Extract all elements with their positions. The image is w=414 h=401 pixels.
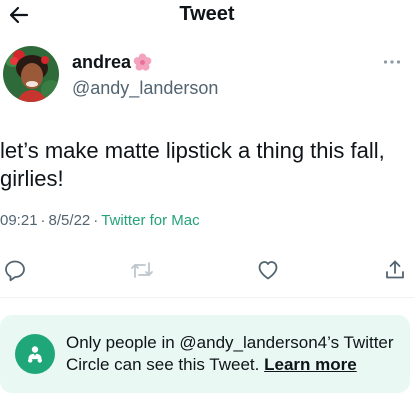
like-icon — [258, 261, 278, 280]
display-name-text: andrea — [72, 52, 132, 72]
tweet-author: andrea @andy_landerson — [0, 44, 414, 110]
divider — [0, 297, 414, 298]
meta-separator: · — [40, 212, 46, 229]
share-icon — [386, 260, 404, 279]
twitter-circle-icon — [28, 346, 42, 363]
like-button[interactable] — [254, 256, 282, 284]
more-button[interactable] — [383, 52, 401, 68]
display-name[interactable]: andrea — [72, 52, 152, 73]
cherry-blossom-icon — [133, 53, 152, 71]
retweet-button[interactable] — [128, 256, 156, 284]
tweet-time[interactable]: 09:21 — [0, 212, 38, 229]
reply-icon — [5, 260, 25, 282]
page-title: Tweet — [179, 3, 235, 25]
tweet-text: let’s make matte lipstick a thing this f… — [0, 138, 385, 191]
circle-notice-text: Only people in @andy_landerson4’s Twitte… — [66, 332, 406, 376]
tweet-actions — [0, 256, 414, 286]
author-handle[interactable]: @andy_landerson — [72, 78, 218, 99]
twitter-circle-icon-badge — [15, 334, 55, 374]
meta-separator: · — [93, 212, 99, 229]
twitter-circle-notice: Only people in @andy_landerson4’s Twitte… — [0, 315, 410, 393]
tweet-meta: 09:21 · 8/5/22 · Twitter for Mac — [0, 212, 200, 229]
reply-button[interactable] — [1, 256, 29, 284]
avatar-image — [3, 46, 59, 102]
retweet-icon — [131, 262, 153, 278]
learn-more-link[interactable]: Learn more — [264, 355, 357, 374]
avatar[interactable] — [3, 46, 59, 102]
tweet-date[interactable]: 8/5/22 — [49, 212, 91, 229]
more-dots-icon — [383, 60, 401, 64]
tweet-source-link[interactable]: Twitter for Mac — [101, 212, 199, 229]
top-bar: Tweet — [0, 0, 414, 30]
share-button[interactable] — [381, 256, 409, 284]
